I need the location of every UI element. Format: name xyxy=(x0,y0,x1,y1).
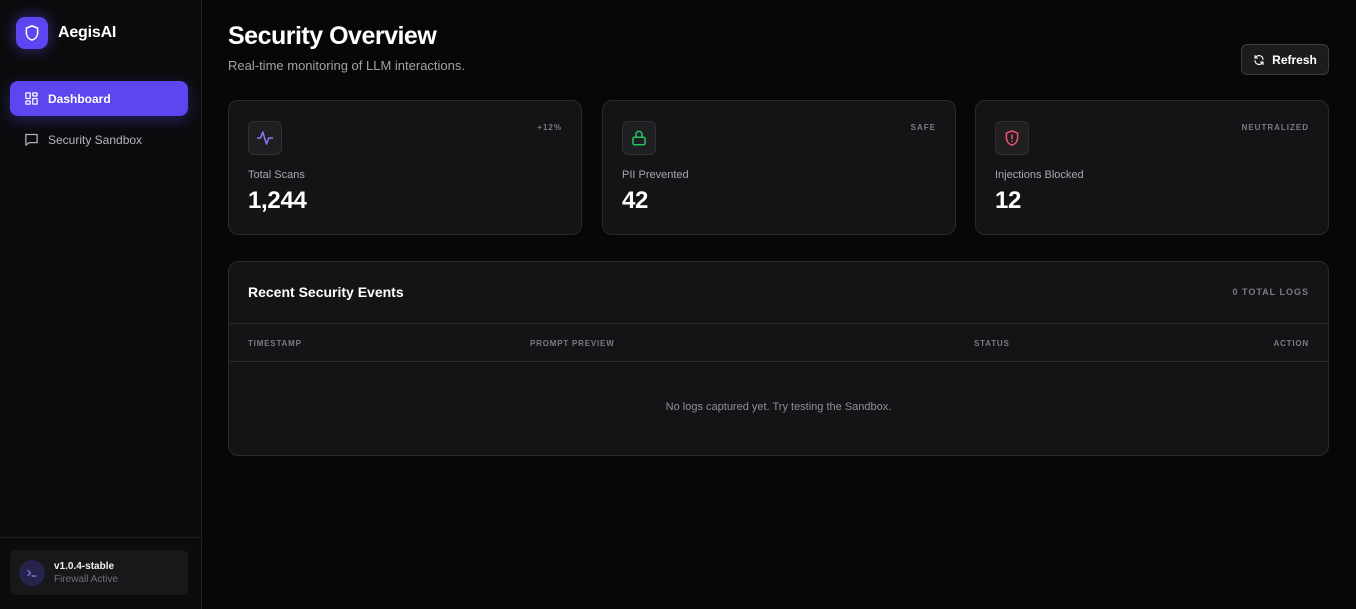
sidebar-footer: v1.0.4-stable Firewall Active xyxy=(0,537,201,609)
refresh-icon xyxy=(1253,54,1265,66)
main-content: Security Overview Real-time monitoring o… xyxy=(202,0,1356,609)
stat-badge: NEUTRALIZED xyxy=(1241,123,1309,132)
terminal-icon xyxy=(19,559,45,586)
stat-card-total-scans: +12% Total Scans 1,244 xyxy=(228,100,582,235)
firewall-status: Firewall Active xyxy=(54,573,118,585)
sidebar-item-label: Dashboard xyxy=(48,91,111,106)
shield-alert-icon xyxy=(995,121,1029,155)
table-header: TIMESTAMP PROMPT PREVIEW STATUS ACTION xyxy=(229,324,1328,362)
sidebar-item-label: Security Sandbox xyxy=(48,132,143,147)
refresh-label: Refresh xyxy=(1272,52,1317,67)
page-title: Security Overview xyxy=(228,22,437,50)
brand-name: AegisAI xyxy=(58,24,117,41)
stat-badge: SAFE xyxy=(910,123,936,132)
sidebar: AegisAI Dashboard Security Sandbox v1.0.… xyxy=(0,0,202,609)
stat-value: 42 xyxy=(622,187,649,214)
lock-icon xyxy=(622,121,656,155)
stat-value: 1,244 xyxy=(248,187,307,214)
stat-label: Total Scans xyxy=(248,169,305,181)
stat-badge: +12% xyxy=(537,123,562,132)
stat-label: Injections Blocked xyxy=(995,169,1084,181)
sidebar-nav: Dashboard Security Sandbox xyxy=(10,81,188,163)
stat-value: 12 xyxy=(995,187,1022,214)
total-logs-count: 0 TOTAL LOGS xyxy=(1232,287,1309,297)
stat-card-pii-prevented: SAFE PII Prevented 42 xyxy=(602,100,956,235)
app-root: AegisAI Dashboard Security Sandbox v1.0.… xyxy=(0,0,1356,609)
column-header-timestamp[interactable]: TIMESTAMP xyxy=(248,339,302,348)
dashboard-grid-icon xyxy=(23,91,39,107)
column-header-status[interactable]: STATUS xyxy=(974,339,1010,348)
sidebar-item-security-sandbox[interactable]: Security Sandbox xyxy=(10,122,188,157)
brand[interactable]: AegisAI xyxy=(16,17,116,49)
events-title: Recent Security Events xyxy=(248,284,404,300)
column-header-prompt-preview[interactable]: PROMPT PREVIEW xyxy=(530,339,615,348)
sidebar-item-dashboard[interactable]: Dashboard xyxy=(10,81,188,116)
events-header: Recent Security Events 0 TOTAL LOGS xyxy=(229,262,1328,324)
column-header-action[interactable]: ACTION xyxy=(1274,339,1309,348)
empty-state-message: No logs captured yet. Try testing the Sa… xyxy=(665,401,892,413)
stat-label: PII Prevented xyxy=(622,169,689,181)
shield-icon xyxy=(16,17,48,49)
chat-bubble-icon xyxy=(23,132,39,148)
version-label: v1.0.4-stable xyxy=(54,560,115,572)
refresh-button[interactable]: Refresh xyxy=(1241,44,1329,75)
stat-card-injections-blocked: NEUTRALIZED Injections Blocked 12 xyxy=(975,100,1329,235)
recent-events-panel: Recent Security Events 0 TOTAL LOGS TIME… xyxy=(228,261,1329,456)
page-subtitle: Real-time monitoring of LLM interactions… xyxy=(228,58,465,73)
activity-icon xyxy=(248,121,282,155)
version-card: v1.0.4-stable Firewall Active xyxy=(10,550,188,595)
